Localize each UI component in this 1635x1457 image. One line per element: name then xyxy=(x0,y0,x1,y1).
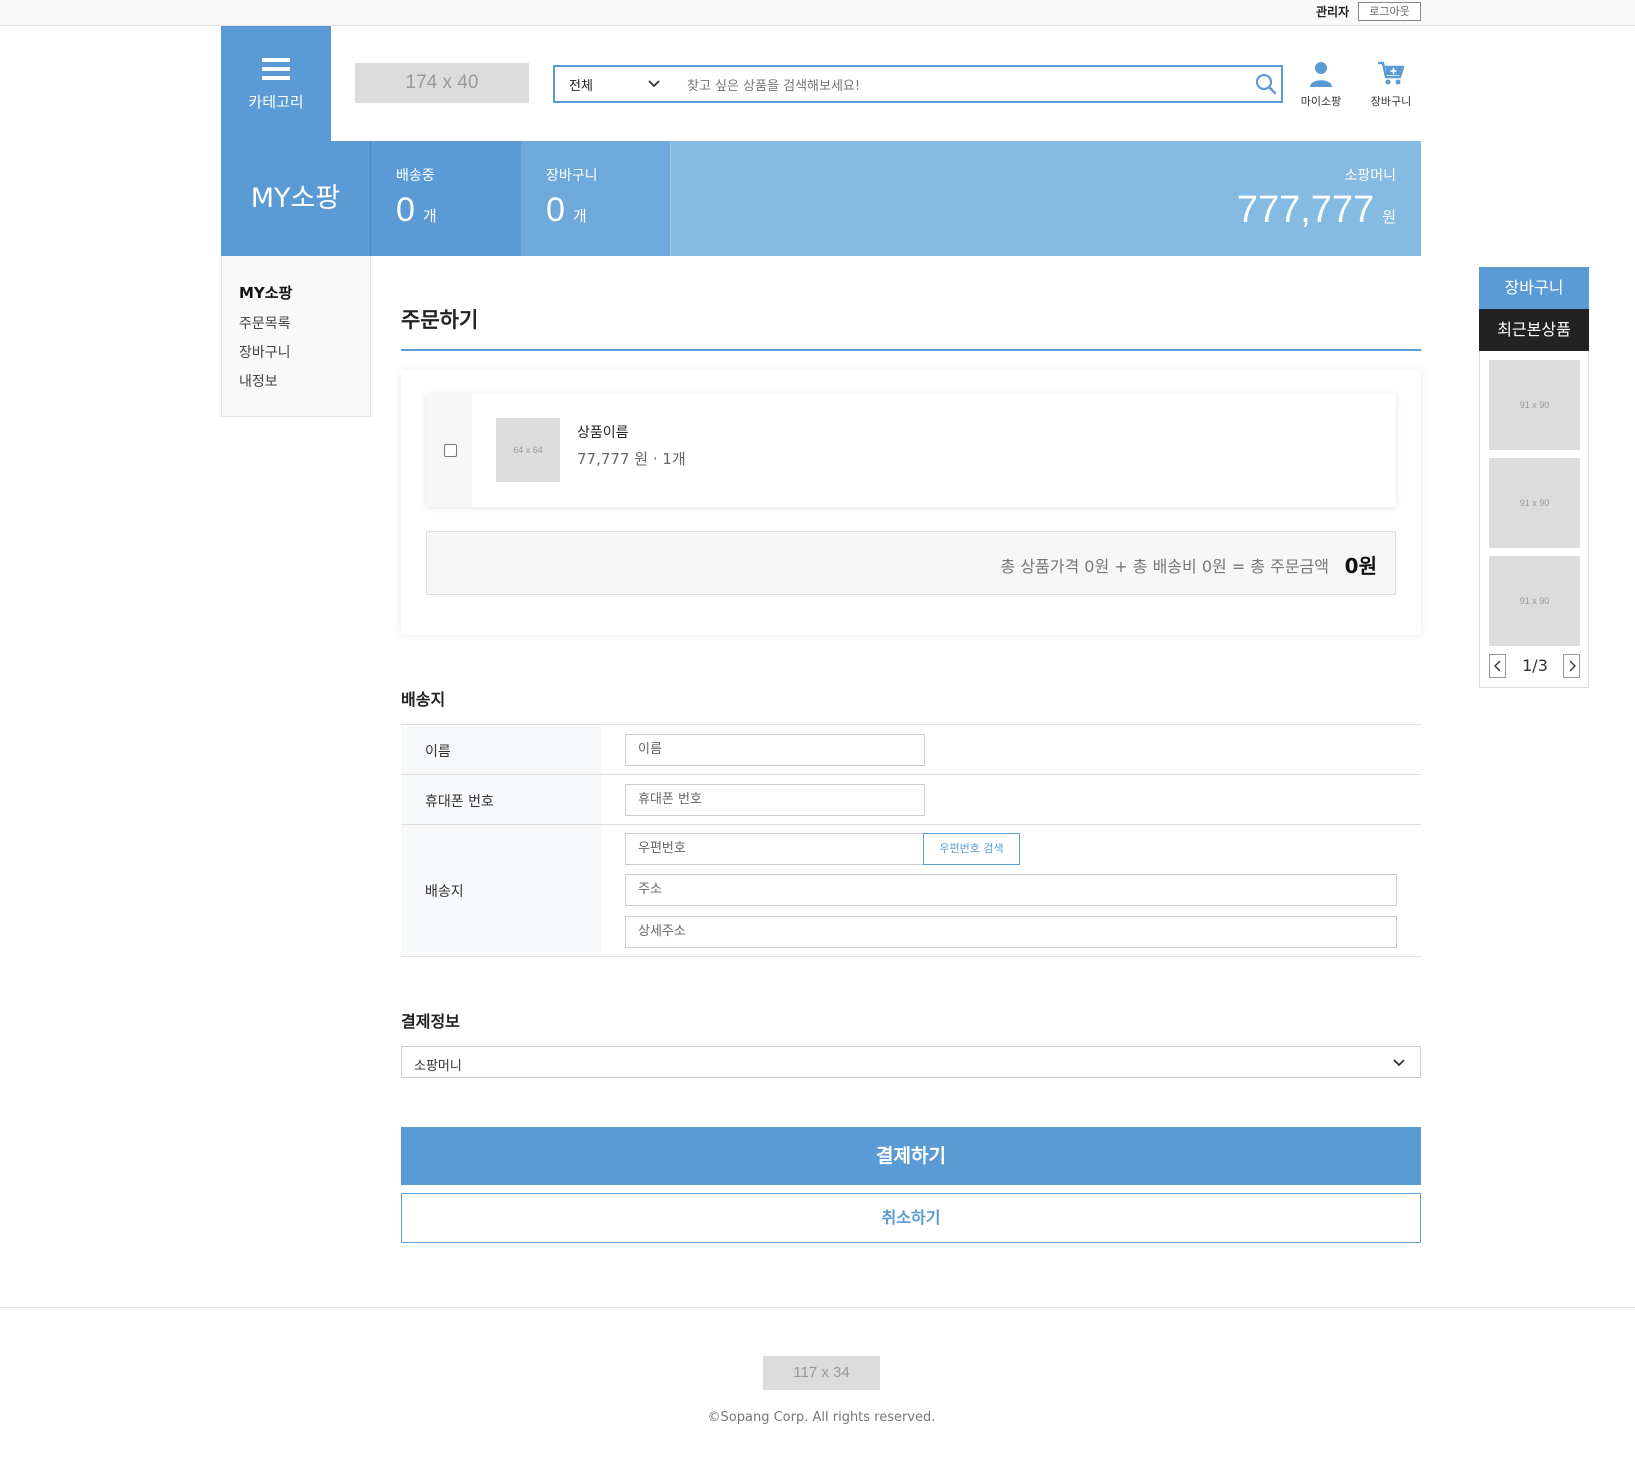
phone-field[interactable]: 휴대폰 번호 xyxy=(625,784,925,816)
money-stat-label: 소팡머니 xyxy=(1344,168,1396,184)
search-icon[interactable] xyxy=(1255,73,1277,95)
zipcode-field[interactable]: 우편번호 xyxy=(625,833,925,865)
cart-label: 장바구니 xyxy=(1370,95,1412,108)
mypage-link[interactable]: 마이소팡 xyxy=(1291,61,1351,109)
shipping-stat-label: 배송중 xyxy=(396,168,435,184)
footer-logo: 117 x 34 xyxy=(763,1356,880,1390)
cart-link[interactable]: 장바구니 xyxy=(1361,61,1421,109)
name-field[interactable]: 이름 xyxy=(625,734,925,766)
category-menu-button[interactable]: 카테고리 xyxy=(221,26,331,141)
top-bar: 관리자 로그아웃 xyxy=(0,0,1635,26)
title-divider xyxy=(401,349,1421,351)
order-total-bar: 총 상품가격 0원 + 총 배송비 0원 = 총 주문금액 0원 xyxy=(426,531,1396,595)
item-price-qty: 77,777 원 · 1개 xyxy=(577,450,686,468)
payment-method-value: 소팡머니 xyxy=(414,1059,462,1074)
payment-section-title: 결제정보 xyxy=(401,1012,460,1031)
item-checkbox-column xyxy=(426,394,472,507)
search-input[interactable]: 찾고 싶은 상품을 검색해보세요! xyxy=(687,75,860,94)
cart-stat-label: 장바구니 xyxy=(546,168,598,184)
page-title: 주문하기 xyxy=(401,308,479,332)
my-summary-banner: MY소팡 배송중 0개 장바구니 0개 소팡머니 777,777 원 xyxy=(221,141,1421,256)
order-item-card: 64 x 64 상품이름 77,777 원 · 1개 xyxy=(426,394,1396,507)
cart-stat[interactable]: 장바구니 0개 xyxy=(521,141,671,256)
search-bar: 전체 찾고 싶은 상품을 검색해보세요! xyxy=(553,65,1283,103)
chevron-down-icon xyxy=(648,80,660,88)
footer-divider xyxy=(0,1307,1635,1308)
chevron-down-icon xyxy=(1393,1059,1405,1067)
side-menu-item-myinfo[interactable]: 내정보 xyxy=(239,371,278,391)
side-menu-title[interactable]: MY소팡 xyxy=(239,282,292,303)
admin-link[interactable]: 관리자 xyxy=(1316,3,1349,20)
order-items-box: 64 x 64 상품이름 77,777 원 · 1개 총 상품가격 0원 + 총… xyxy=(401,370,1421,635)
side-menu-item-cart[interactable]: 장바구니 xyxy=(239,342,291,362)
form-row-phone: 휴대폰 번호 휴대폰 번호 xyxy=(401,775,1421,825)
item-checkbox[interactable] xyxy=(444,444,457,457)
money-stat-value: 777,777 원 xyxy=(1236,189,1396,231)
form-row-name: 이름 이름 xyxy=(401,725,1421,775)
phone-label: 휴대폰 번호 xyxy=(425,794,494,810)
side-menu: MY소팡 주문목록 장바구니 내정보 xyxy=(221,256,371,417)
recent-item-thumbnail[interactable]: 91 x 90 xyxy=(1489,458,1580,548)
search-category-select[interactable]: 전체 xyxy=(569,75,593,94)
cart-icon xyxy=(1378,61,1405,85)
item-name[interactable]: 상품이름 xyxy=(577,422,629,442)
side-menu-item-orders[interactable]: 주문목록 xyxy=(239,313,291,333)
cancel-button[interactable]: 취소하기 xyxy=(401,1193,1421,1243)
shipping-form: 이름 이름 휴대폰 번호 휴대폰 번호 배송지 우편번호 우편번호 검색 주소 … xyxy=(401,724,1421,957)
address-label: 배송지 xyxy=(425,884,464,900)
money-stat: 소팡머니 777,777 원 xyxy=(671,141,1421,256)
copyright-text: ©Sopang Corp. All rights reserved. xyxy=(707,1410,936,1425)
mypage-label: 마이소팡 xyxy=(1300,95,1342,108)
order-total-formula: 총 상품가격 0원 + 총 배송비 0원 = 총 주문금액 xyxy=(1000,557,1329,576)
shipping-section-title: 배송지 xyxy=(401,690,446,709)
pay-button[interactable]: 결제하기 xyxy=(401,1127,1421,1185)
address-field[interactable]: 주소 xyxy=(625,874,1397,906)
logout-button[interactable]: 로그아웃 xyxy=(1358,2,1421,21)
recent-item-thumbnail[interactable]: 91 x 90 xyxy=(1489,556,1580,646)
name-label: 이름 xyxy=(425,744,451,760)
quick-panel: 장바구니 최근본상품 91 x 90 91 x 90 91 x 90 1/3 xyxy=(1479,267,1589,688)
recent-item-thumbnail[interactable]: 91 x 90 xyxy=(1489,360,1580,450)
category-label: 카테고리 xyxy=(248,93,304,111)
shipping-stat-value: 0개 xyxy=(396,191,437,229)
address-detail-field[interactable]: 상세주소 xyxy=(625,916,1397,948)
hamburger-icon xyxy=(262,58,290,80)
cart-stat-value: 0개 xyxy=(546,191,587,229)
recent-next-button[interactable] xyxy=(1563,654,1580,678)
chevron-right-icon xyxy=(1569,660,1576,672)
user-icon xyxy=(1310,62,1332,87)
my-title: MY소팡 xyxy=(221,141,371,256)
payment-method-select[interactable]: 소팡머니 xyxy=(401,1046,1421,1078)
order-total-amount: 0원 xyxy=(1344,554,1377,578)
item-thumbnail[interactable]: 64 x 64 xyxy=(496,418,560,482)
site-logo[interactable]: 174 x 40 xyxy=(355,63,529,103)
zipcode-search-button[interactable]: 우편번호 검색 xyxy=(923,833,1020,865)
quick-panel-recent-tab[interactable]: 최근본상품 xyxy=(1479,309,1589,351)
quick-panel-cart-tab[interactable]: 장바구니 xyxy=(1479,267,1589,309)
shipping-stat[interactable]: 배송중 0개 xyxy=(371,141,521,256)
form-row-address: 배송지 우편번호 우편번호 검색 주소 상세주소 xyxy=(401,825,1421,957)
